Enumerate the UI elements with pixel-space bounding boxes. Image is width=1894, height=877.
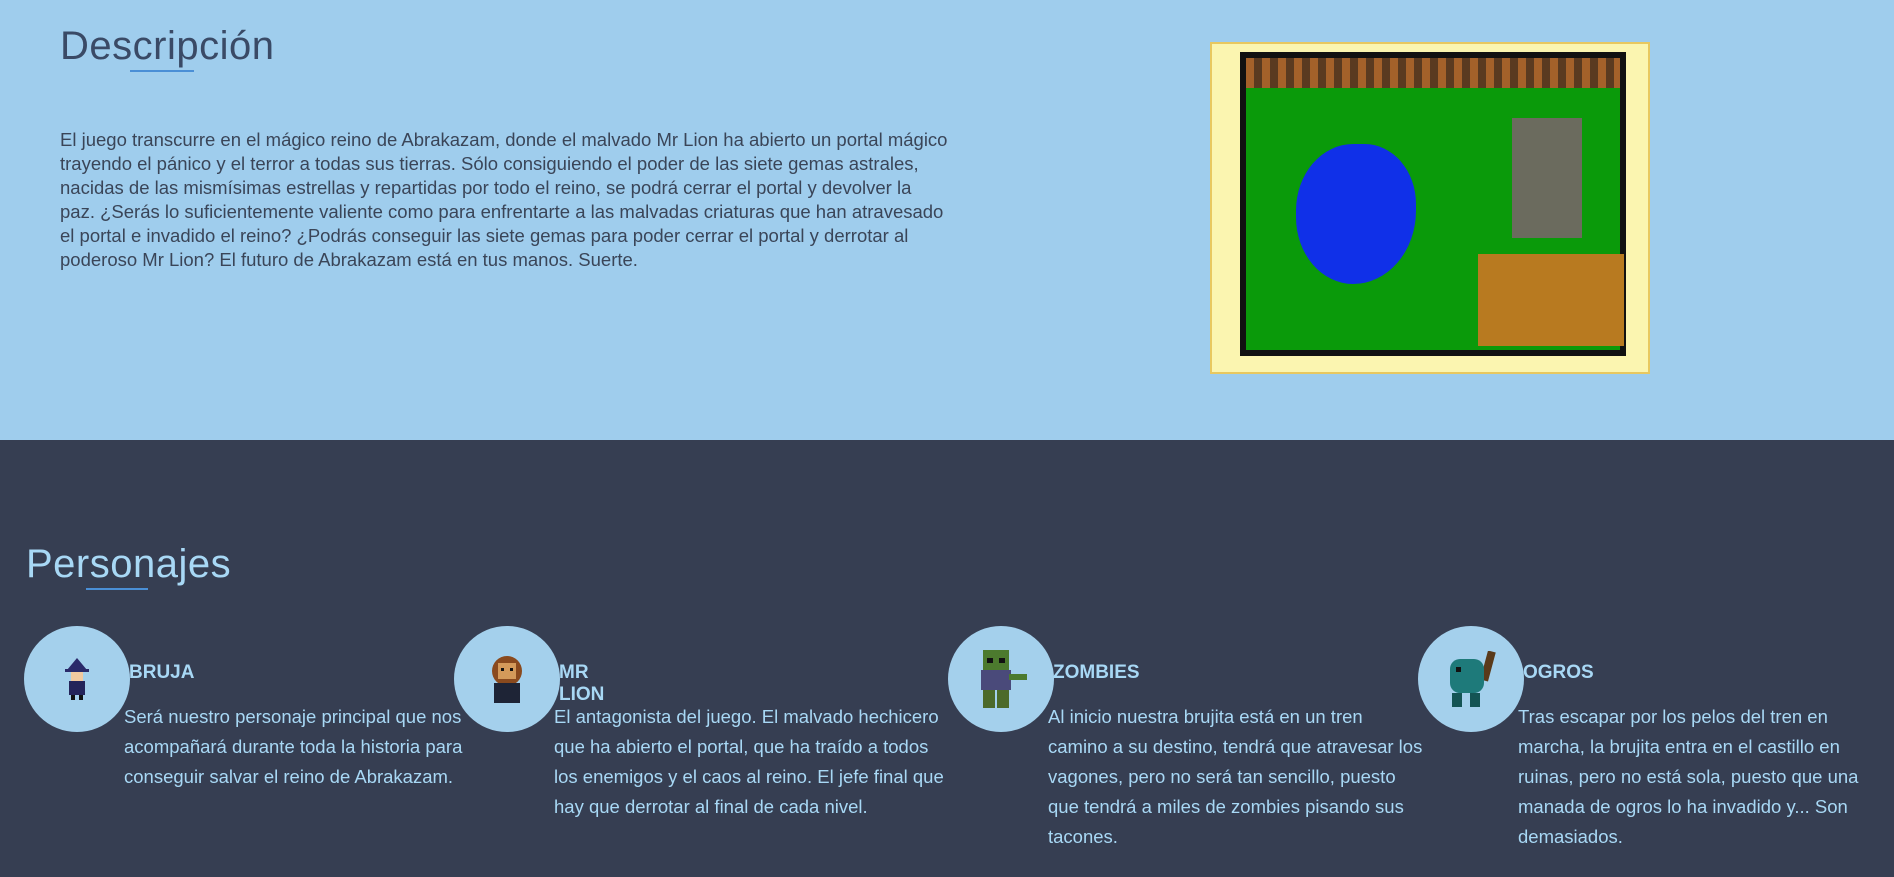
map-wall <box>1246 58 1620 88</box>
characters-section: Personajes BRUJA Será nuestro personaje … <box>0 440 1894 877</box>
map-castle <box>1512 118 1582 238</box>
map-frame <box>1240 52 1626 356</box>
characters-title-underline <box>86 588 148 590</box>
description-section: Descripción El juego transcurre en el má… <box>0 0 1894 440</box>
witch-avatar <box>24 626 130 732</box>
description-title-underline <box>130 70 194 72</box>
character-name: OGROS <box>1523 662 1594 683</box>
map-maze <box>1478 254 1624 346</box>
game-map-image <box>1210 42 1650 374</box>
character-name: ZOMBIES <box>1053 662 1140 683</box>
ogre-avatar <box>1418 626 1524 732</box>
lion-icon <box>492 656 522 703</box>
description-title: Descripción <box>60 24 275 68</box>
character-description: Al inicio nuestra brujita está en un tre… <box>1048 706 1423 847</box>
description-text: El juego transcurre en el mágico reino d… <box>60 129 948 270</box>
character-name: BRUJA <box>129 662 195 683</box>
ogre-icon <box>1450 651 1496 707</box>
character-name: MR LION <box>559 662 605 705</box>
zombie-avatar <box>948 626 1054 732</box>
zombie-icon <box>981 650 1027 708</box>
witch-icon <box>65 658 89 700</box>
lion-avatar <box>454 626 560 732</box>
map-lake <box>1296 144 1416 284</box>
character-description: El antagonista del juego. El malvado hec… <box>554 706 944 817</box>
character-description: Tras escapar por los pelos del tren en m… <box>1518 706 1859 847</box>
characters-title: Personajes <box>26 542 232 586</box>
character-description: Será nuestro personaje principal que nos… <box>124 706 463 787</box>
map-grass <box>1246 58 1624 350</box>
